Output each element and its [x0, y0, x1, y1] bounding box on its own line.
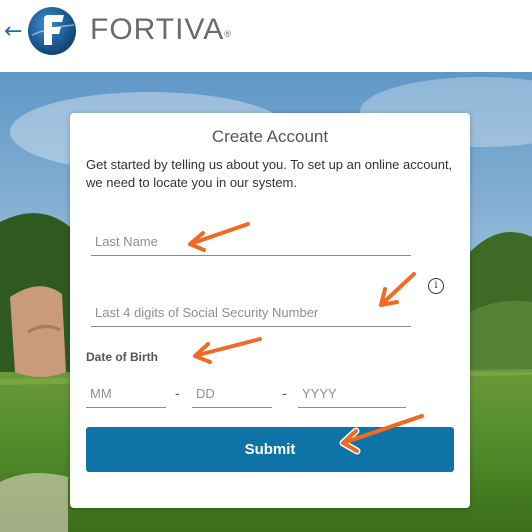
date-separator: -	[175, 385, 180, 401]
dob-day-field	[192, 385, 272, 408]
date-separator: -	[282, 385, 287, 401]
dob-label: Date of Birth	[86, 350, 158, 364]
last-name-field	[91, 233, 411, 256]
dob-day-input[interactable]	[192, 386, 272, 407]
info-icon[interactable]: i	[428, 278, 444, 294]
dob-year-input[interactable]	[298, 386, 406, 407]
last-name-input[interactable]	[91, 234, 411, 255]
submit-button[interactable]: Submit	[86, 427, 454, 472]
intro-text: Get started by telling us about you. To …	[86, 157, 453, 190]
dob-month-input[interactable]	[86, 386, 166, 407]
ssn-last4-input[interactable]	[91, 305, 411, 326]
ssn-field	[91, 304, 411, 327]
card-title: Create Account	[211, 127, 329, 146]
header: ← FORTIVA®	[0, 0, 532, 72]
dob-month-field	[86, 385, 166, 408]
dob-year-field	[298, 385, 406, 408]
back-arrow-icon[interactable]: ←	[4, 20, 22, 44]
create-account-card: Create Account Get started by telling us…	[70, 113, 470, 508]
logo-wordmark: FORTIVA®	[90, 13, 232, 46]
fortiva-logo-icon	[28, 7, 76, 55]
